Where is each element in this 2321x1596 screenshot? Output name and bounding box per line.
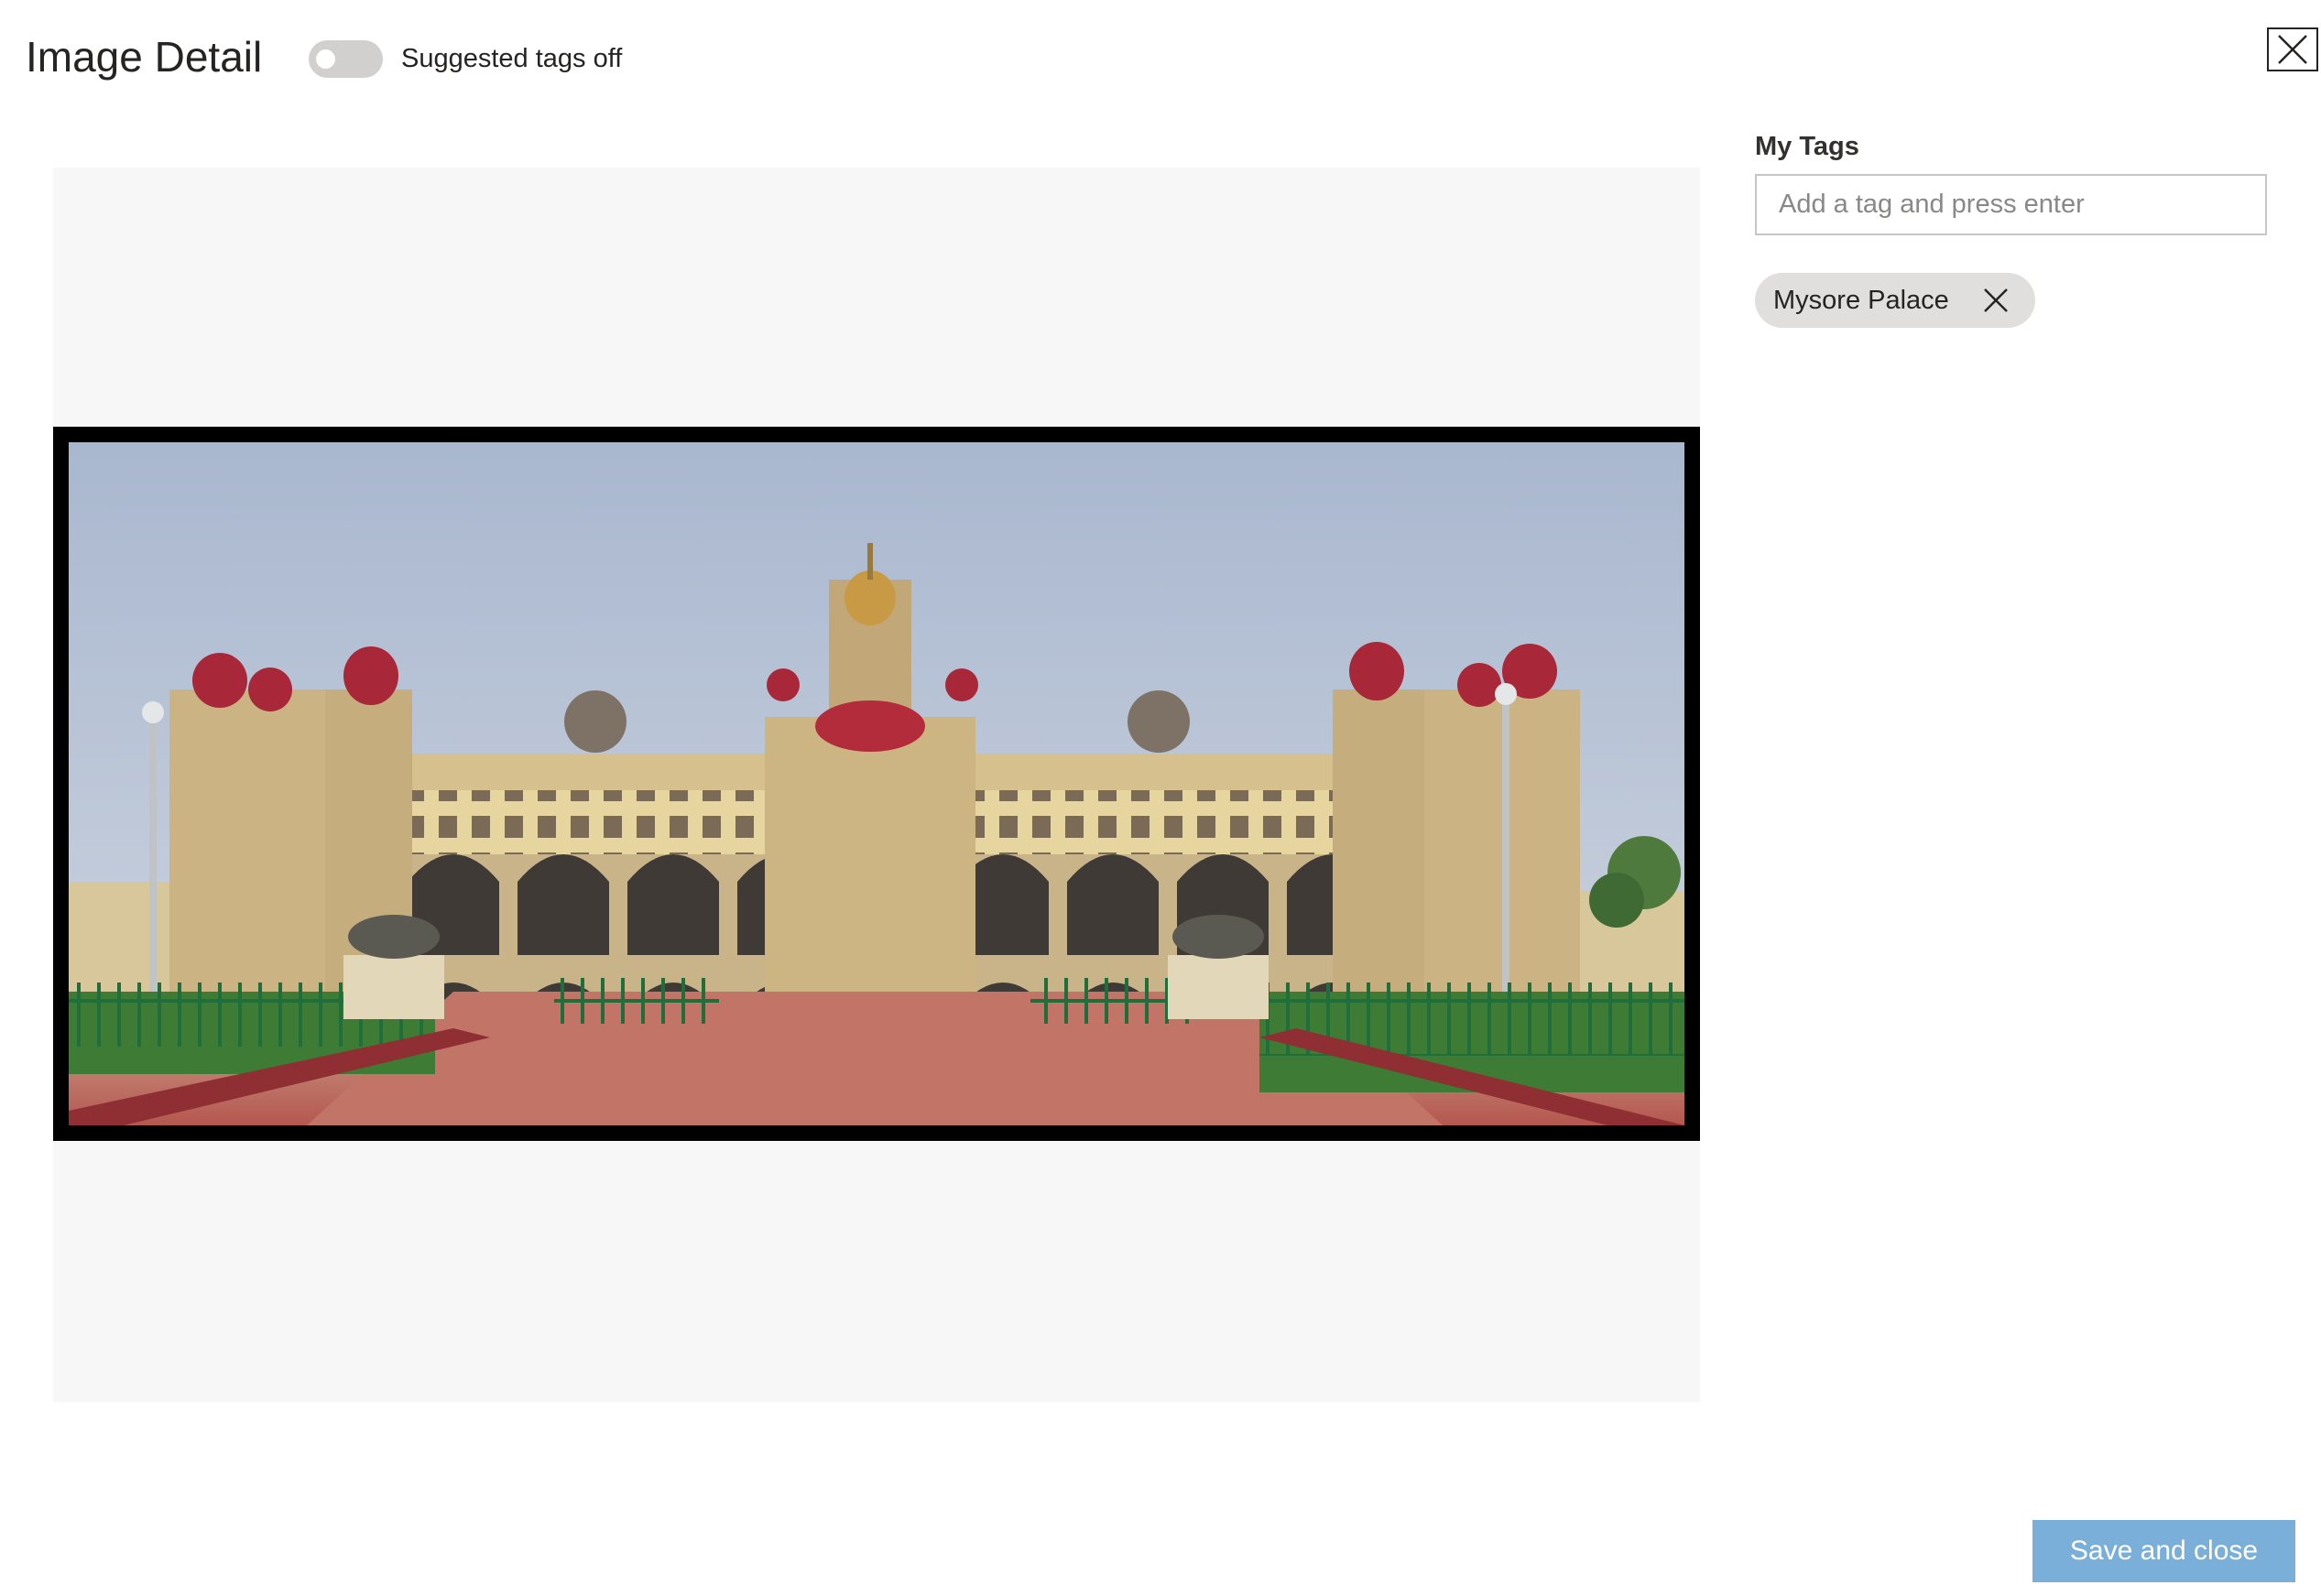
tag-chip-label: Mysore Palace (1773, 285, 1949, 315)
suggested-tags-toggle[interactable]: Suggested tags off (309, 40, 622, 78)
toggle-knob (316, 49, 335, 69)
save-and-close-button[interactable]: Save and close (2032, 1520, 2295, 1582)
add-tag-input[interactable] (1755, 174, 2267, 235)
image-preview-area (53, 168, 1700, 1402)
photo-mysore-palace (69, 442, 1684, 1125)
image-frame (53, 427, 1700, 1141)
close-icon (2278, 35, 2307, 64)
palace-photo (69, 442, 1684, 1125)
close-icon (1983, 288, 2008, 312)
toggle-switch[interactable] (309, 40, 383, 78)
tag-chip: Mysore Palace (1755, 273, 2035, 328)
close-button[interactable] (2267, 27, 2318, 71)
toggle-label: Suggested tags off (401, 44, 623, 73)
image-detail-dialog: Image Detail Suggested tags off My Tags … (0, 0, 2321, 1596)
page-title: Image Detail (26, 33, 263, 81)
remove-tag-button[interactable] (1982, 287, 2010, 314)
my-tags-heading: My Tags (1755, 132, 1859, 161)
